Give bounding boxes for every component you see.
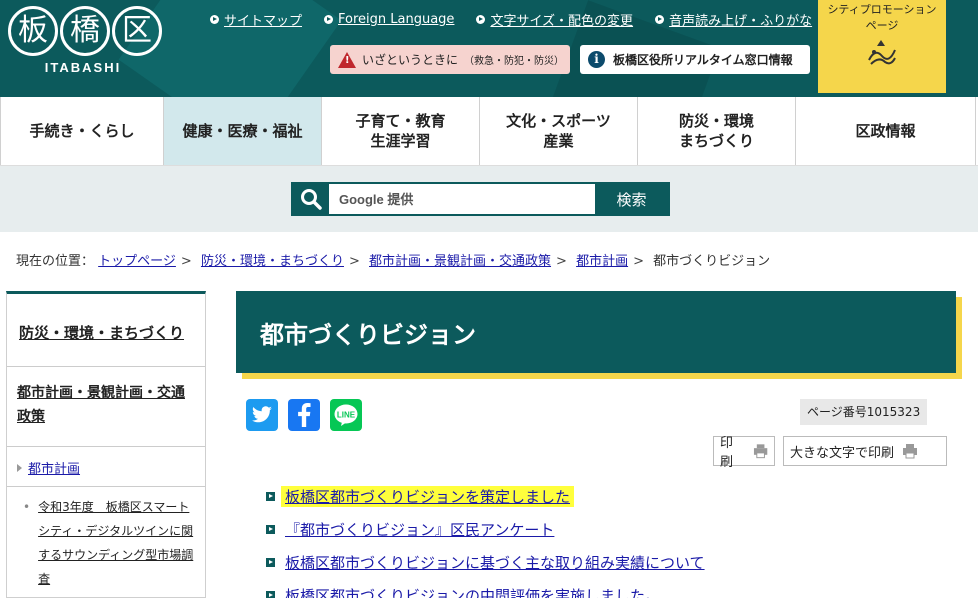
utility-links: サイトマップ Foreign Language 文字サイズ・配色の変更 音声読み… (210, 10, 812, 29)
link-label: Foreign Language (338, 12, 455, 27)
emergency-button[interactable]: いざというときに （救急・防犯・防災） (330, 45, 570, 74)
emergency-label: いざというときに (362, 53, 459, 67)
link-label: 文字サイズ・配色の変更 (490, 14, 634, 29)
sidebar-title[interactable]: 防災・環境・まちづくり (7, 294, 205, 367)
twitter-icon[interactable] (246, 399, 278, 431)
nav-label-line2: 産業 (543, 132, 574, 150)
breadcrumb: 現在の位置： トップページ > 防災・環境・まちづくり > 都市計画・景観計画・交通… (16, 250, 770, 269)
realtime-label: 板橋区役所リアルタイム窓口情報 (613, 53, 793, 67)
sidebar-subitem[interactable]: • 令和3年度 板橋区スマートシティ・デジタルツインに関するサウンディング型市場… (7, 487, 205, 591)
logo-char: 区 (112, 6, 162, 56)
text-size-color-link[interactable]: 文字サイズ・配色の変更 (476, 10, 633, 29)
emergency-sub: （救急・防犯・防災） (464, 56, 565, 67)
nav-label-line2: 生涯学習 (370, 132, 431, 150)
list-item: 『都市づくりビジョン』区民アンケート (266, 513, 966, 546)
breadcrumb-separator: > (633, 254, 644, 269)
warning-icon (338, 51, 356, 68)
logo-kanji: 板 橋 区 (8, 6, 168, 56)
sidebar-subitem-label: 令和3年度 板橋区スマートシティ・デジタルツインに関するサウンディング型市場調査 (38, 500, 194, 586)
arrow-circle-icon (655, 15, 665, 24)
global-nav: 手続き・くらし 健康・医療・福祉 子育て・教育 生涯学習 文化・スポーツ 産業 防災… (0, 97, 978, 166)
link-label: サイトマップ (224, 14, 303, 29)
content-link[interactable]: 板橋区都市づくりビジョンを策定しました (281, 486, 575, 507)
triangle-right-icon (17, 463, 22, 472)
list-item: 板橋区都市づくりビジョンに基づく主な取り組み実績について (266, 546, 966, 579)
breadcrumb-link[interactable]: 都市計画・景観計画・交通政策 (369, 254, 551, 269)
content-link[interactable]: 板橋区都市づくりビジョンの中間評価を実施しました。 (285, 585, 660, 598)
promo-line2: ページ (865, 19, 899, 32)
nav-ward-info[interactable]: 区政情報 (796, 97, 976, 165)
search-icon (293, 184, 329, 214)
social-share: LINE (246, 399, 362, 431)
logo-char: 橋 (60, 6, 110, 56)
nav-label: 文化・スポーツ (506, 112, 611, 130)
nav-childcare-education[interactable]: 子育て・教育 生涯学習 (322, 97, 480, 165)
breadcrumb-link[interactable]: 防災・環境・まちづくり (201, 254, 344, 269)
sidebar-item-label: 都市計画 (28, 462, 81, 477)
arrow-circle-icon (324, 15, 334, 24)
nav-label-line2: まちづくり (678, 132, 754, 150)
breadcrumb-separator: > (556, 254, 567, 269)
print-large-button[interactable]: 大きな文字で印刷 (783, 436, 947, 466)
logo-latin: ITABASHI (44, 60, 122, 75)
page-number: ページ番号1015323 (800, 399, 928, 425)
content-link[interactable]: 板橋区都市づくりビジョンに基づく主な取り組み実績について (285, 552, 705, 573)
read-aloud-link[interactable]: 音声読み上げ・ふりがな (655, 10, 812, 29)
sidebar-category[interactable]: 都市計画・景観計画・交通政策 (7, 367, 205, 447)
printer-icon (753, 444, 768, 459)
nav-label: 防災・環境 (678, 112, 754, 130)
content-links: 板橋区都市づくりビジョンを策定しました 『都市づくりビジョン』区民アンケート 板… (266, 480, 966, 598)
breadcrumb-link[interactable]: 都市計画 (576, 254, 628, 269)
nav-label: 健康・医療・福祉 (182, 122, 303, 140)
print-button[interactable]: 印刷 (713, 436, 775, 470)
link-label: 音声読み上げ・ふりがな (669, 14, 813, 29)
arrow-square-icon (266, 591, 275, 598)
info-icon: i (588, 51, 605, 68)
facebook-icon[interactable] (288, 399, 320, 431)
arrow-square-icon (266, 492, 275, 501)
nav-culture-sports[interactable]: 文化・スポーツ 産業 (480, 97, 638, 165)
list-item: 板橋区都市づくりビジョンの中間評価を実施しました。 (266, 579, 966, 598)
city-promotion-button[interactable]: シティプロモーション ページ (818, 0, 946, 93)
arrow-circle-icon (210, 15, 219, 24)
arrow-square-icon (266, 525, 275, 534)
promo-icon (868, 40, 896, 65)
nav-procedures-living[interactable]: 手続き・くらし (0, 97, 164, 165)
line-icon[interactable]: LINE (330, 399, 362, 431)
content-link[interactable]: 『都市づくりビジョン』区民アンケート (285, 519, 554, 540)
sitemap-link[interactable]: サイトマップ (210, 10, 302, 29)
arrow-circle-icon (476, 15, 486, 24)
svg-text:LINE: LINE (337, 411, 356, 420)
site-logo[interactable]: 板 橋 区 ITABASHI (8, 6, 168, 84)
foreign-language-link[interactable]: Foreign Language (324, 10, 454, 29)
nav-label: 子育て・教育 (355, 112, 446, 130)
logo-char: 板 (8, 6, 58, 56)
arrow-square-icon (266, 558, 275, 567)
nav-label: 手続き・くらし (29, 122, 135, 140)
sidebar-item-urban-planning[interactable]: 都市計画 (7, 447, 205, 487)
list-item: 板橋区都市づくりビジョンを策定しました (266, 480, 966, 513)
search-button[interactable]: 検索 (595, 184, 668, 214)
breadcrumb-separator: > (348, 254, 360, 269)
sidebar: 防災・環境・まちづくり 都市計画・景観計画・交通政策 都市計画 • 令和3年度 … (6, 291, 206, 598)
bullet-icon: • (23, 500, 31, 514)
printer-icon (903, 444, 918, 459)
breadcrumb-current: 都市づくりビジョン (653, 254, 771, 269)
breadcrumb-separator: > (180, 254, 192, 269)
nav-label: 区政情報 (855, 122, 916, 140)
search-input[interactable] (329, 184, 595, 214)
page-title: 都市づくりビジョン (260, 321, 476, 349)
search-form: 検索 (291, 182, 670, 216)
nav-health-welfare[interactable]: 健康・医療・福祉 (164, 97, 322, 165)
page-title-box: 都市づくりビジョン (236, 291, 956, 373)
promo-line1: シティプロモーション (827, 3, 937, 16)
print-label: 印刷 (720, 436, 734, 470)
nav-disaster-environment[interactable]: 防災・環境まちづくり (638, 97, 796, 165)
breadcrumb-link[interactable]: トップページ (98, 254, 176, 269)
print-large-label: 大きな文字で印刷 (790, 445, 895, 461)
breadcrumb-prefix: 現在の位置： (16, 254, 95, 269)
realtime-window-button[interactable]: i 板橋区役所リアルタイム窓口情報 (580, 45, 810, 74)
